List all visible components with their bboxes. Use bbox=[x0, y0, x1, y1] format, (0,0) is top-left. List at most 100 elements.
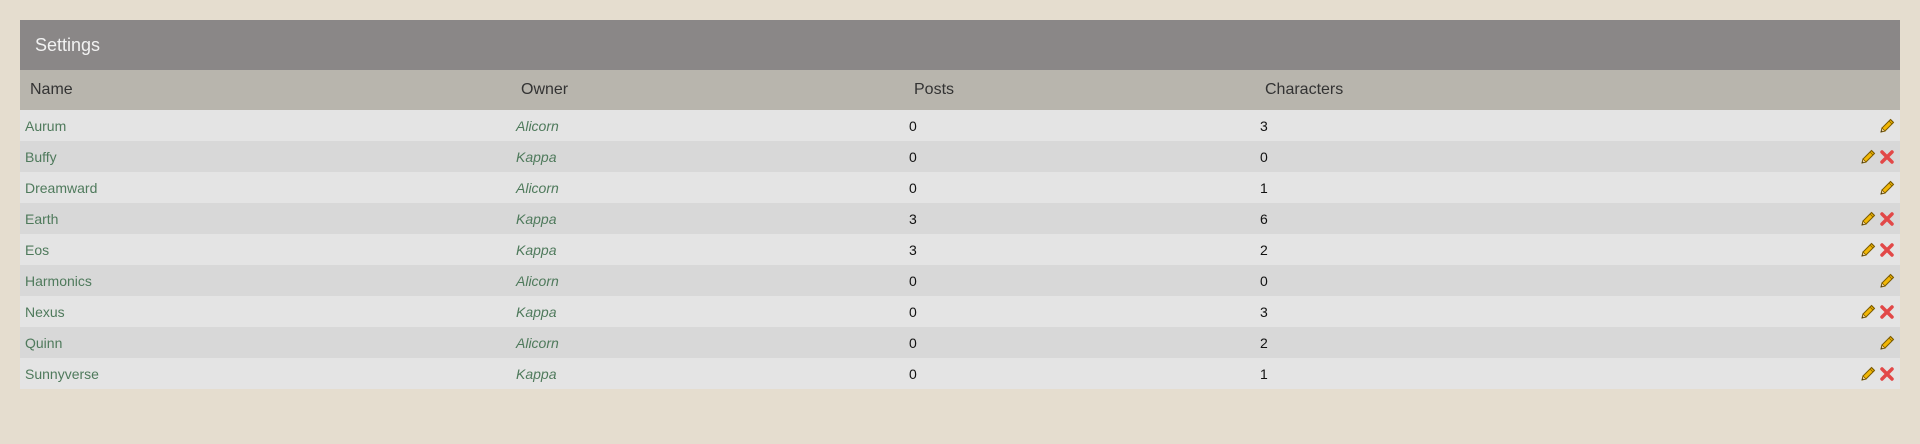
characters-count-value: 2 bbox=[1260, 334, 1268, 351]
delete-icon[interactable] bbox=[1878, 210, 1896, 228]
posts-count-cell: 0 bbox=[904, 141, 1255, 172]
table-row: Earth Kappa 3 6 bbox=[20, 203, 1900, 234]
row-actions bbox=[1805, 172, 1900, 203]
panel-title: Settings bbox=[20, 20, 1900, 70]
board-name-link[interactable]: Quinn bbox=[25, 335, 62, 351]
owner-name-cell: Alicorn bbox=[511, 265, 904, 296]
delete-icon[interactable] bbox=[1878, 365, 1896, 383]
posts-count-value: 0 bbox=[909, 179, 917, 196]
table-row: Nexus Kappa 0 3 bbox=[20, 296, 1900, 327]
board-name-cell: Aurum bbox=[20, 110, 511, 141]
table-row: Sunnyverse Kappa 0 1 bbox=[20, 358, 1900, 389]
board-name-cell: Nexus bbox=[20, 296, 511, 327]
owner-name-link[interactable]: Kappa bbox=[516, 304, 556, 320]
posts-count-value: 0 bbox=[909, 365, 917, 382]
posts-count-cell: 0 bbox=[904, 296, 1255, 327]
posts-count-value: 0 bbox=[909, 303, 917, 320]
board-name-link[interactable]: Sunnyverse bbox=[25, 366, 99, 382]
posts-count-value: 0 bbox=[909, 148, 917, 165]
characters-count-cell: 0 bbox=[1255, 141, 1805, 172]
posts-count-cell: 0 bbox=[904, 327, 1255, 358]
owner-name-cell: Kappa bbox=[511, 203, 904, 234]
characters-count-cell: 3 bbox=[1255, 110, 1805, 141]
board-name-cell: Harmonics bbox=[20, 265, 511, 296]
characters-count-value: 0 bbox=[1260, 148, 1268, 165]
column-header-characters[interactable]: Characters bbox=[1255, 70, 1805, 110]
row-actions bbox=[1805, 296, 1900, 327]
characters-count-value: 1 bbox=[1260, 179, 1268, 196]
owner-name-cell: Kappa bbox=[511, 141, 904, 172]
delete-icon[interactable] bbox=[1878, 148, 1896, 166]
board-name-cell: Quinn bbox=[20, 327, 511, 358]
board-name-cell: Dreamward bbox=[20, 172, 511, 203]
board-name-link[interactable]: Earth bbox=[25, 211, 58, 227]
characters-count-cell: 2 bbox=[1255, 234, 1805, 265]
board-name-link[interactable]: Eos bbox=[25, 242, 49, 258]
owner-name-link[interactable]: Alicorn bbox=[516, 335, 559, 351]
settings-table: Name Owner Posts Characters Aurum Alicorn… bbox=[20, 70, 1900, 389]
delete-icon[interactable] bbox=[1878, 303, 1896, 321]
column-header-posts[interactable]: Posts bbox=[904, 70, 1255, 110]
owner-name-cell: Kappa bbox=[511, 358, 904, 389]
owner-name-cell: Kappa bbox=[511, 296, 904, 327]
edit-icon[interactable] bbox=[1859, 365, 1877, 383]
edit-icon[interactable] bbox=[1859, 210, 1877, 228]
owner-name-cell: Kappa bbox=[511, 234, 904, 265]
column-header-owner[interactable]: Owner bbox=[511, 70, 904, 110]
delete-icon[interactable] bbox=[1878, 241, 1896, 259]
owner-name-link[interactable]: Kappa bbox=[516, 242, 556, 258]
posts-count-cell: 0 bbox=[904, 358, 1255, 389]
owner-name-cell: Alicorn bbox=[511, 110, 904, 141]
owner-name-link[interactable]: Alicorn bbox=[516, 273, 559, 289]
table-header-row: Name Owner Posts Characters bbox=[20, 70, 1900, 110]
board-name-cell: Buffy bbox=[20, 141, 511, 172]
board-name-link[interactable]: Nexus bbox=[25, 304, 65, 320]
row-actions bbox=[1805, 234, 1900, 265]
row-actions bbox=[1805, 327, 1900, 358]
posts-count-cell: 0 bbox=[904, 172, 1255, 203]
edit-icon[interactable] bbox=[1859, 303, 1877, 321]
row-actions bbox=[1805, 110, 1900, 141]
edit-icon[interactable] bbox=[1859, 241, 1877, 259]
settings-panel: Settings Name Owner Posts Characters Aur… bbox=[20, 20, 1900, 389]
characters-count-value: 6 bbox=[1260, 210, 1268, 227]
board-name-link[interactable]: Aurum bbox=[25, 118, 66, 134]
characters-count-cell: 6 bbox=[1255, 203, 1805, 234]
edit-icon[interactable] bbox=[1859, 148, 1877, 166]
table-row: Eos Kappa 3 2 bbox=[20, 234, 1900, 265]
characters-count-value: 2 bbox=[1260, 241, 1268, 258]
edit-icon[interactable] bbox=[1878, 117, 1896, 135]
column-header-name[interactable]: Name bbox=[20, 70, 511, 110]
posts-count-value: 0 bbox=[909, 272, 917, 289]
row-actions bbox=[1805, 141, 1900, 172]
posts-count-cell: 0 bbox=[904, 265, 1255, 296]
owner-name-link[interactable]: Kappa bbox=[516, 149, 556, 165]
posts-count-cell: 3 bbox=[904, 203, 1255, 234]
characters-count-cell: 0 bbox=[1255, 265, 1805, 296]
posts-count-cell: 3 bbox=[904, 234, 1255, 265]
characters-count-value: 3 bbox=[1260, 117, 1268, 134]
edit-icon[interactable] bbox=[1878, 179, 1896, 197]
board-name-link[interactable]: Harmonics bbox=[25, 273, 92, 289]
characters-count-value: 3 bbox=[1260, 303, 1268, 320]
posts-count-value: 0 bbox=[909, 117, 917, 134]
owner-name-link[interactable]: Kappa bbox=[516, 211, 556, 227]
row-actions bbox=[1805, 358, 1900, 389]
row-actions bbox=[1805, 203, 1900, 234]
board-name-cell: Earth bbox=[20, 203, 511, 234]
characters-count-cell: 1 bbox=[1255, 358, 1805, 389]
owner-name-link[interactable]: Kappa bbox=[516, 366, 556, 382]
board-name-link[interactable]: Buffy bbox=[25, 149, 57, 165]
edit-icon[interactable] bbox=[1878, 272, 1896, 290]
characters-count-cell: 1 bbox=[1255, 172, 1805, 203]
edit-icon[interactable] bbox=[1878, 334, 1896, 352]
owner-name-cell: Alicorn bbox=[511, 327, 904, 358]
column-header-actions bbox=[1805, 70, 1900, 110]
table-row: Aurum Alicorn 0 3 bbox=[20, 110, 1900, 141]
owner-name-link[interactable]: Alicorn bbox=[516, 118, 559, 134]
characters-count-value: 0 bbox=[1260, 272, 1268, 289]
owner-name-link[interactable]: Alicorn bbox=[516, 180, 559, 196]
board-name-link[interactable]: Dreamward bbox=[25, 180, 97, 196]
characters-count-cell: 2 bbox=[1255, 327, 1805, 358]
table-row: Harmonics Alicorn 0 0 bbox=[20, 265, 1900, 296]
